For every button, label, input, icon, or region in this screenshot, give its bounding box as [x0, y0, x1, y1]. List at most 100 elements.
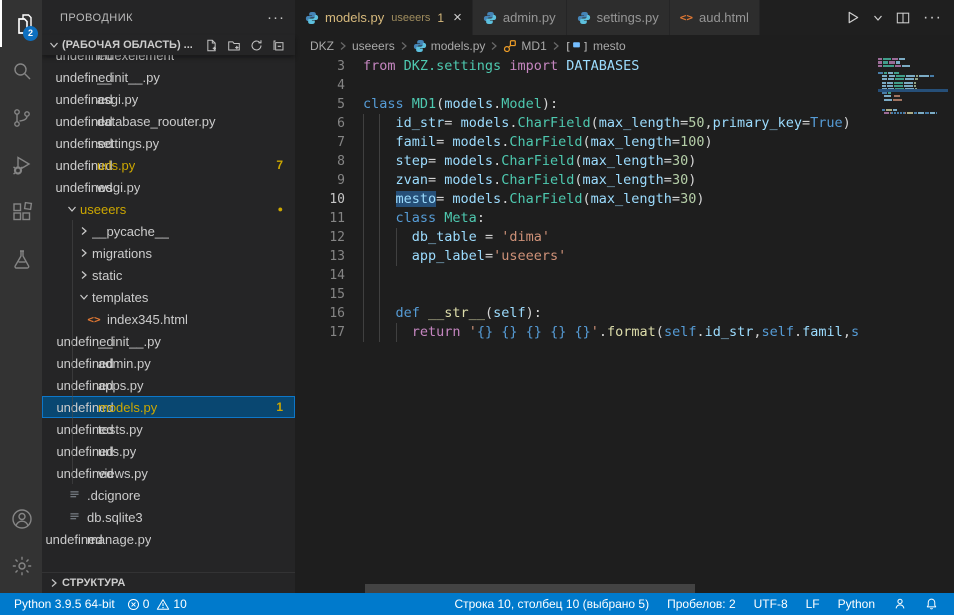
tree-file-views-py[interactable]: undefinedviews.py [42, 462, 295, 484]
line-number: 9 [295, 171, 345, 190]
problems-status[interactable]: 0 10 [121, 597, 193, 611]
tree-file--init-py[interactable]: undefined __init__.py [42, 330, 295, 352]
tree-folder--pycache-[interactable]: __pycache__ [42, 220, 295, 242]
tab-admin-py[interactable]: admin.py [473, 0, 567, 35]
activity-run-debug-icon[interactable] [0, 141, 42, 188]
explorer-more-actions-icon[interactable]: ··· [267, 9, 285, 26]
outline-section-header[interactable]: СТРУКТУРА [42, 572, 295, 593]
activity-explorer-icon[interactable]: 2 [0, 0, 42, 47]
tree-item-badge: ● [278, 204, 283, 214]
refresh-icon[interactable] [250, 39, 263, 52]
editor-actions: ··· [839, 0, 954, 35]
py-file-icon: undefined [76, 92, 92, 107]
chevron-right-icon [76, 226, 92, 236]
py-file-icon: undefined [77, 400, 93, 415]
tree-file-database-roouter-py[interactable]: undefineddatabase_roouter.py [42, 110, 295, 132]
breadcrumb-item-dkz[interactable]: DKZ [310, 39, 334, 53]
account-icon[interactable] [0, 495, 42, 542]
breadcrumb-item-useeers[interactable]: useeers [352, 39, 395, 53]
language-mode-status[interactable]: Python [832, 597, 881, 611]
code-line-12[interactable]: 12 db_table = 'dima' [295, 228, 954, 247]
file-file-icon [66, 489, 82, 502]
code-line-17[interactable]: 17 return '{} {} {} {} {}'.format(self.i… [295, 323, 954, 342]
tree-file--init-py[interactable]: undefined__init__.py [42, 66, 295, 88]
tree-file-asgi-py[interactable]: undefinedasgi.py [42, 88, 295, 110]
tab-settings-py[interactable]: settings.py [567, 0, 670, 35]
tree-item-label: urls.py [98, 444, 136, 459]
tab-aud-html[interactable]: <>aud.html [670, 0, 760, 35]
line-number: 7 [295, 133, 345, 152]
line-number: 12 [295, 228, 345, 247]
run-dropdown-icon[interactable] [873, 13, 883, 23]
code-line-8[interactable]: 8 step= models.CharField(max_length=30) [295, 152, 954, 171]
eol-status[interactable]: LF [800, 597, 826, 611]
activity-badge: 2 [23, 26, 38, 41]
minimap[interactable] [878, 57, 948, 115]
breadcrumb-item-md1[interactable]: MD1 [503, 39, 546, 53]
py-file-icon: undefined [77, 444, 93, 459]
tree-file-wsgi-py[interactable]: undefinedwsgi.py [42, 176, 295, 198]
tree-folder-static[interactable]: static [42, 264, 295, 286]
tree-item-label: __pycache__ [92, 224, 169, 239]
indentation-status[interactable]: Пробелов: 2 [661, 597, 742, 611]
notifications-bell-icon[interactable] [919, 597, 944, 611]
code-line-16[interactable]: 16 def __str__(self): [295, 304, 954, 323]
new-folder-icon[interactable] [227, 39, 241, 52]
collapse-all-icon[interactable] [272, 39, 285, 52]
python-file-icon [577, 11, 591, 25]
new-file-icon[interactable] [205, 39, 218, 52]
python-interpreter-status[interactable]: Python 3.9.5 64-bit [8, 597, 121, 611]
tree-file-models-py[interactable]: undefinedmodels.py1 [42, 396, 295, 418]
code-line-11[interactable]: 11 class Meta: [295, 209, 954, 228]
chevron-down-icon [76, 292, 92, 302]
tree-file-admin-py[interactable]: undefinedadmin.py [42, 352, 295, 374]
activity-search-icon[interactable] [0, 47, 42, 94]
code-line-6[interactable]: 6 id_str= models.CharField(max_length=50… [295, 114, 954, 133]
encoding-status[interactable]: UTF-8 [748, 597, 794, 611]
tree-item-label: __init__.py [98, 334, 161, 349]
code-line-10[interactable]: 10 mesto= models.CharField(max_length=30… [295, 190, 954, 209]
tree-file--dcignore[interactable]: .dcignore [42, 484, 295, 506]
settings-gear-icon[interactable] [0, 542, 42, 589]
tree-file-manage-py[interactable]: undefinedmanage.py [42, 528, 295, 550]
tree-file-db-sqlite3[interactable]: db.sqlite3 [42, 506, 295, 528]
code-line-9[interactable]: 9 zvan= models.CharField(max_length=30) [295, 171, 954, 190]
tree-file-index345-html[interactable]: <>index345.html [42, 308, 295, 330]
tree-item-label: .dcignore [87, 488, 140, 503]
more-icon[interactable]: ··· [923, 9, 942, 27]
tree-file-urls-py[interactable]: undefined urls.py [42, 440, 295, 462]
cursor-position-status[interactable]: Строка 10, столбец 10 (выбрано 5) [448, 597, 655, 611]
activity-extensions-icon[interactable] [0, 188, 42, 235]
code-line-5[interactable]: 5class MD1(models.Model): [295, 95, 954, 114]
tree-file-indexelement[interactable]: undefinedindexelement [42, 55, 295, 66]
py-file-icon: undefined [76, 180, 92, 195]
tree-file-settings-py[interactable]: undefinedsettings.py [42, 132, 295, 154]
code-line-13[interactable]: 13 app_label='useeers' [295, 247, 954, 266]
close-icon[interactable]: × [453, 10, 462, 25]
html-file-icon: <> [86, 313, 102, 326]
code-line-4[interactable]: 4 [295, 76, 954, 95]
breadcrumb-item-models-py[interactable]: models.py [413, 39, 486, 53]
tree-item-label: settings.py [97, 136, 159, 151]
py-file-icon: undefined [77, 334, 93, 349]
run-icon[interactable] [845, 10, 860, 25]
tree-folder-templates[interactable]: templates [42, 286, 295, 308]
code-editor[interactable]: 3from DKZ.settings import DATABASES45cla… [295, 57, 954, 593]
tree-file-apps-py[interactable]: undefinedapps.py [42, 374, 295, 396]
workspace-section-header[interactable]: (РАБОЧАЯ ОБЛАСТЬ) ... [42, 35, 295, 55]
code-line-14[interactable]: 14 [295, 266, 954, 285]
breadcrumb-label: MD1 [521, 39, 546, 53]
tree-folder-useeers[interactable]: useeers● [42, 198, 295, 220]
split-editor-icon[interactable] [896, 11, 910, 25]
tree-file-tests-py[interactable]: undefinedtests.py [42, 418, 295, 440]
activity-source-control-icon[interactable] [0, 94, 42, 141]
code-line-7[interactable]: 7 famil= models.CharField(max_length=100… [295, 133, 954, 152]
breadcrumb-item-mesto[interactable]: []mesto [565, 39, 626, 53]
feedback-icon[interactable] [887, 597, 913, 611]
code-line-15[interactable]: 15 [295, 285, 954, 304]
code-line-3[interactable]: 3from DKZ.settings import DATABASES [295, 57, 954, 76]
tree-file-urls-py[interactable]: undefinedurls.py7 [42, 154, 295, 176]
tab-models-py[interactable]: models.pyuseeers1× [295, 0, 473, 35]
tree-folder-migrations[interactable]: migrations [42, 242, 295, 264]
activity-testing-icon[interactable] [0, 235, 42, 282]
